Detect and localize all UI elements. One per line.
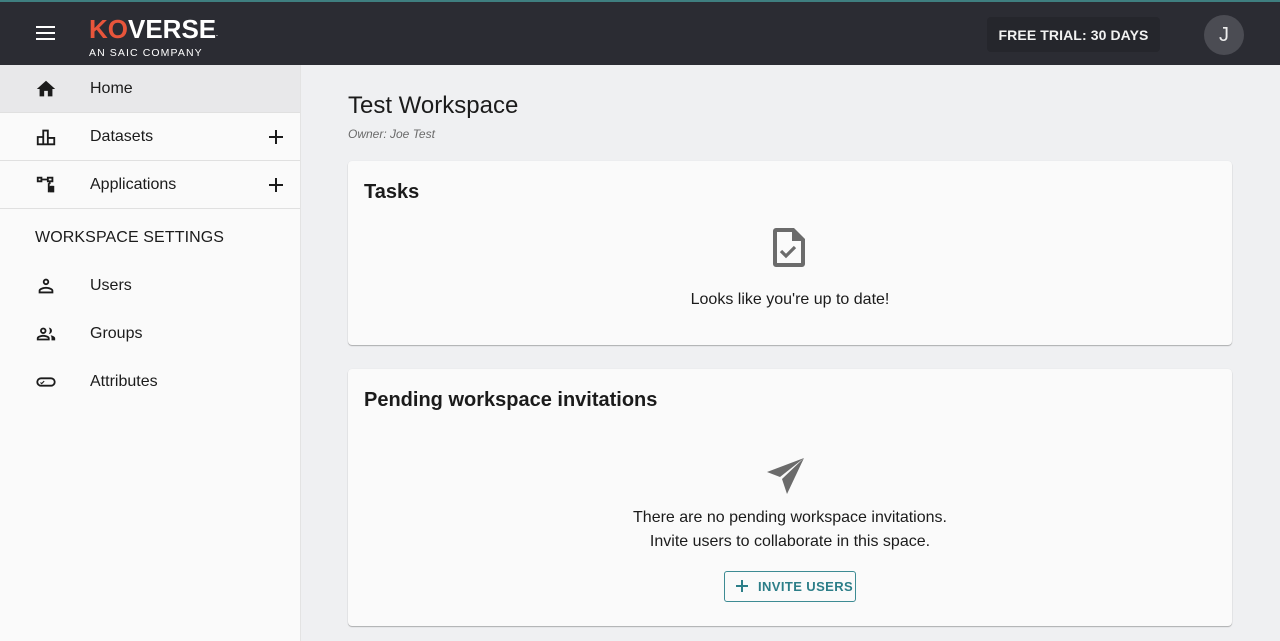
people-icon	[35, 323, 57, 345]
person-icon	[35, 275, 57, 297]
logo-prefix: KO	[89, 14, 128, 44]
bar-chart-icon	[35, 126, 57, 148]
home-icon	[35, 78, 57, 100]
sidebar-item-label: Home	[90, 79, 133, 97]
invitations-empty-line1: There are no pending workspace invitatio…	[633, 509, 947, 526]
koverse-logo[interactable]: KOVERSE. AN SAIC COMPANY	[89, 16, 229, 59]
invitations-card-title: Pending workspace invitations	[364, 389, 658, 411]
label-check-icon	[35, 371, 57, 393]
sidebar-item-applications[interactable]: Applications	[0, 161, 300, 209]
tasks-card: Tasks Looks like you're up to date!	[348, 161, 1232, 345]
sidebar-item-users[interactable]: Users	[0, 262, 300, 310]
free-trial-badge[interactable]: FREE TRIAL: 30 DAYS	[987, 17, 1160, 52]
invitations-card: Pending workspace invitations There are …	[348, 369, 1232, 626]
sidebar-item-label: Users	[90, 277, 132, 294]
workspace-settings-heading: WORKSPACE SETTINGS	[35, 229, 225, 246]
menu-icon-bar	[36, 38, 55, 40]
account-tree-icon	[35, 174, 57, 196]
tasks-empty-message: Looks like you're up to date!	[690, 291, 890, 308]
menu-icon-bar	[36, 26, 55, 28]
invite-users-button[interactable]: INVITE USERS	[724, 571, 856, 602]
app-bar: KOVERSE. AN SAIC COMPANY FREE TRIAL: 30 …	[0, 0, 1280, 65]
page-title: Test Workspace	[348, 92, 519, 119]
invite-users-label: INVITE USERS	[758, 579, 854, 594]
sidebar-item-label: Applications	[90, 175, 177, 193]
logo-trademark: .	[216, 32, 218, 38]
menu-icon-bar	[36, 32, 55, 34]
file-check-icon	[770, 225, 810, 274]
send-icon	[766, 457, 806, 500]
sidebar-item-home[interactable]: Home	[0, 65, 300, 113]
workspace-owner: Owner: Joe Test	[348, 127, 435, 141]
tasks-card-title: Tasks	[364, 181, 420, 203]
sidebar-item-label: Groups	[90, 325, 143, 342]
sidebar-item-groups[interactable]: Groups	[0, 310, 300, 358]
main-content: Test Workspace Owner: Joe Test Tasks Loo…	[301, 65, 1280, 641]
workspace-settings-list: Users Groups Attributes	[0, 262, 300, 406]
logo-rest: VERSE	[128, 14, 217, 44]
sidebar-item-label: Attributes	[90, 373, 158, 390]
logo-tagline: AN SAIC COMPANY	[89, 47, 203, 59]
sidebar-item-datasets[interactable]: Datasets	[0, 113, 300, 161]
logo-wordmark: KOVERSE.	[89, 16, 229, 48]
add-dataset-button[interactable]	[265, 126, 287, 148]
sidebar-item-attributes[interactable]: Attributes	[0, 358, 300, 406]
sidebar: Home Datasets Applications WORKSPACE SET…	[0, 65, 301, 641]
sidebar-item-label: Datasets	[90, 127, 154, 145]
plus-icon	[735, 579, 749, 593]
user-avatar[interactable]: J	[1204, 15, 1244, 55]
add-application-button[interactable]	[265, 174, 287, 196]
menu-button[interactable]	[36, 26, 58, 42]
invitations-empty-line2: Invite users to collaborate in this spac…	[649, 533, 931, 550]
